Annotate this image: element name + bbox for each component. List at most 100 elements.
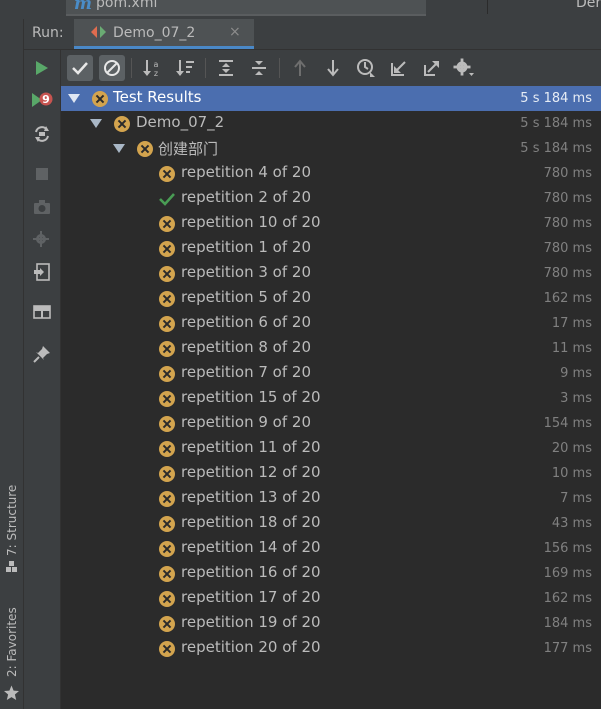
test-row[interactable]: repetition 15 of 20 3 ms xyxy=(61,386,601,411)
test-row-label: repetition 20 of 20 xyxy=(181,638,321,656)
test-row-duration: 184 ms xyxy=(543,616,592,631)
next-failed-icon xyxy=(327,60,339,77)
test-row[interactable]: repetition 5 of 20 162 ms xyxy=(61,286,601,311)
tree-row-duration: 5 s 184 ms xyxy=(520,91,592,106)
tree-row-label: Demo_07_2 xyxy=(136,113,225,131)
test-row[interactable]: repetition 7 of 20 9 ms xyxy=(61,361,601,386)
test-row-label: repetition 15 of 20 xyxy=(181,388,321,406)
expand-arrow-icon[interactable] xyxy=(113,144,125,153)
next-failed-button[interactable] xyxy=(320,55,346,81)
test-row-label: repetition 4 of 20 xyxy=(181,163,311,181)
dump-threads-button[interactable] xyxy=(30,195,54,219)
test-failed-icon xyxy=(159,441,175,457)
tree-row-root[interactable]: Test Results 5 s 184 ms xyxy=(61,86,601,111)
test-row-label: repetition 14 of 20 xyxy=(181,538,321,556)
toolbar-separator xyxy=(279,58,280,78)
show-passed-button[interactable] xyxy=(67,55,93,81)
expand-all-button[interactable] xyxy=(213,55,239,81)
test-row[interactable]: repetition 12 of 20 10 ms xyxy=(61,461,601,486)
editor-tab-pom[interactable]: m pom.xml xyxy=(66,0,426,16)
show-ignored-button[interactable] xyxy=(99,55,125,81)
test-row-duration: 780 ms xyxy=(543,166,592,181)
tree-row-method[interactable]: 创建部门 5 s 184 ms xyxy=(61,136,601,161)
test-row-label: repetition 13 of 20 xyxy=(181,488,321,506)
test-failed-icon xyxy=(159,341,175,357)
layout-icon xyxy=(33,305,51,319)
run-actions-sidebar: 9 xyxy=(24,50,61,709)
expand-arrow-icon[interactable] xyxy=(68,94,80,103)
import-tests-button[interactable] xyxy=(386,55,412,81)
test-row-duration: 780 ms xyxy=(543,266,592,281)
test-failed-icon xyxy=(159,241,175,257)
test-failed-icon xyxy=(159,566,175,582)
test-failed-icon xyxy=(159,616,175,632)
run-label: Run: xyxy=(32,25,64,41)
test-row[interactable]: repetition 9 of 20 154 ms xyxy=(61,411,601,436)
test-row[interactable]: repetition 4 of 20 780 ms xyxy=(61,161,601,186)
test-row-duration: 10 ms xyxy=(551,466,592,481)
tree-row-duration: 5 s 184 ms xyxy=(520,116,592,131)
test-row[interactable]: repetition 2 of 20 780 ms xyxy=(61,186,601,211)
svg-text:9: 9 xyxy=(42,93,50,106)
stop-button[interactable] xyxy=(30,162,54,186)
favorites-tool-tab[interactable]: 2: Favorites xyxy=(0,599,23,709)
show-ignored-icon xyxy=(104,60,120,76)
test-row-label: repetition 18 of 20 xyxy=(181,513,321,531)
test-failed-icon xyxy=(159,366,175,382)
test-row[interactable]: repetition 17 of 20 162 ms xyxy=(61,586,601,611)
expand-arrow-icon[interactable] xyxy=(90,119,102,128)
exit-button[interactable] xyxy=(30,260,54,284)
previous-failed-button[interactable] xyxy=(287,55,313,81)
test-row[interactable]: repetition 18 of 20 43 ms xyxy=(61,511,601,536)
test-failed-icon xyxy=(159,491,175,507)
restore-layout-button[interactable] xyxy=(30,300,54,324)
test-row-label: repetition 8 of 20 xyxy=(181,338,311,356)
test-row-label: repetition 3 of 20 xyxy=(181,263,311,281)
test-row[interactable]: repetition 19 of 20 184 ms xyxy=(61,611,601,636)
debug-settings-button[interactable] xyxy=(30,228,54,252)
test-row-duration: 20 ms xyxy=(551,441,592,456)
test-row[interactable]: repetition 16 of 20 169 ms xyxy=(61,561,601,586)
show-passed-icon xyxy=(72,62,88,75)
test-history-button[interactable] xyxy=(353,55,379,81)
tree-row-class[interactable]: Demo_07_2 5 s 184 ms xyxy=(61,111,601,136)
close-icon[interactable]: × xyxy=(229,24,241,40)
run-config-icon xyxy=(91,26,106,38)
run-button[interactable] xyxy=(30,56,54,80)
test-row-label: repetition 2 of 20 xyxy=(181,188,311,206)
test-row[interactable]: repetition 20 of 20 177 ms xyxy=(61,636,601,661)
test-row-label: repetition 12 of 20 xyxy=(181,463,321,481)
run-tab-demo[interactable]: Demo_07_2 × xyxy=(74,19,254,49)
left-tool-strip: 7: Structure 2: Favorites xyxy=(0,19,24,709)
test-row[interactable]: repetition 10 of 20 780 ms xyxy=(61,211,601,236)
test-results-tree[interactable]: Test Results 5 s 184 ms Demo_07_2 5 s 18… xyxy=(61,86,601,709)
test-row[interactable]: repetition 13 of 20 7 ms xyxy=(61,486,601,511)
test-row[interactable]: repetition 8 of 20 11 ms xyxy=(61,336,601,361)
export-tests-button[interactable] xyxy=(419,55,445,81)
test-row[interactable]: repetition 3 of 20 780 ms xyxy=(61,261,601,286)
test-row[interactable]: repetition 6 of 20 17 ms xyxy=(61,311,601,336)
toggle-auto-test-button[interactable] xyxy=(30,122,54,146)
test-failed-icon xyxy=(159,391,175,407)
sort-by-duration-button[interactable] xyxy=(172,55,198,81)
maven-file-icon: m xyxy=(74,0,92,14)
test-failed-icon xyxy=(159,291,175,307)
test-row[interactable]: repetition 14 of 20 156 ms xyxy=(61,536,601,561)
sort-alphabetically-button[interactable]: a z xyxy=(139,55,165,81)
export-tests-icon xyxy=(424,61,439,76)
collapse-all-button[interactable] xyxy=(246,55,272,81)
previous-failed-icon xyxy=(294,59,306,76)
test-passed-icon xyxy=(159,193,175,206)
collapse-all-icon xyxy=(252,61,266,75)
settings-icon xyxy=(33,231,49,247)
runner-settings-button[interactable] xyxy=(451,55,477,81)
editor-tab-right[interactable]: Der xyxy=(487,0,601,14)
test-row[interactable]: repetition 1 of 20 780 ms xyxy=(61,236,601,261)
rerun-failed-button[interactable]: 9 xyxy=(30,88,54,112)
test-row-duration: 3 ms xyxy=(560,391,592,406)
pin-tab-button[interactable] xyxy=(30,342,54,366)
tree-row-label: 创建部门 xyxy=(158,140,219,158)
test-row[interactable]: repetition 11 of 20 20 ms xyxy=(61,436,601,461)
test-row-label: repetition 19 of 20 xyxy=(181,613,321,631)
structure-tool-tab[interactable]: 7: Structure xyxy=(0,481,23,581)
